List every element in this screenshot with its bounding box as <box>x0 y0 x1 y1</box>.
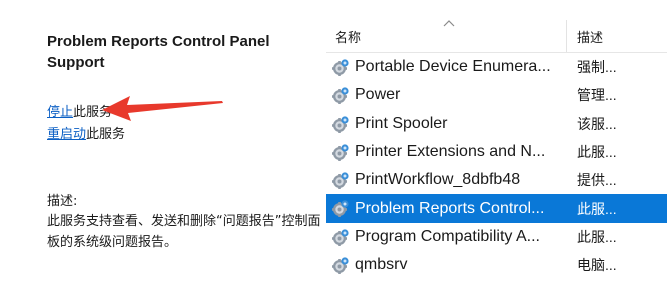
restart-service-link[interactable]: 重启动 <box>47 127 86 142</box>
service-gear-icon <box>329 255 351 276</box>
service-name: qmbsrv <box>355 256 408 274</box>
service-row[interactable]: Power 管理... <box>326 81 667 109</box>
column-header-name[interactable]: 名称 <box>335 27 361 46</box>
description-text: 此服务支持查看、发送和删除“问题报告”控制面板的系统级问题报告。 <box>47 214 321 250</box>
service-title: Problem Reports Control Panel Support <box>47 33 270 71</box>
service-description: 该服... <box>577 115 617 132</box>
service-row[interactable]: Program Compatibility A... 此服... <box>326 223 667 251</box>
service-description: 电脑... <box>577 257 617 274</box>
stop-action-suffix: 此服务 <box>73 105 113 120</box>
annotation-arrow-icon <box>102 96 223 121</box>
service-row-selected[interactable]: Problem Reports Control... 此服... <box>326 194 667 223</box>
service-description: 此服... <box>577 144 617 161</box>
stop-service-link[interactable]: 停止 <box>47 105 73 120</box>
service-description: 强制... <box>577 59 617 76</box>
sort-ascending-chevron-icon <box>443 20 455 27</box>
service-name: Portable Device Enumera... <box>355 58 551 76</box>
list-header: 名称 描述 <box>326 18 667 53</box>
column-divider[interactable] <box>566 20 567 52</box>
restart-action: 重启动此服务 <box>47 126 125 144</box>
service-description: 管理... <box>577 87 617 104</box>
service-gear-icon <box>329 227 351 248</box>
service-rows: Portable Device Enumera... 强制... Power 管… <box>326 53 667 279</box>
service-gear-icon <box>329 198 351 219</box>
service-row[interactable]: Printer Extensions and N... 此服... <box>326 138 667 166</box>
service-gear-icon <box>329 142 351 163</box>
column-header-description[interactable]: 描述 <box>577 27 603 46</box>
service-description: 此服... <box>577 228 617 245</box>
service-gear-icon <box>329 114 351 135</box>
description-label: 描述: <box>47 194 78 209</box>
stop-action: 停止此服务 <box>47 104 112 122</box>
service-row[interactable]: Portable Device Enumera... 强制... <box>326 53 667 81</box>
restart-action-suffix: 此服务 <box>86 127 126 142</box>
services-list[interactable]: 名称 描述 Portable Device Enumera... 强制... P… <box>326 18 667 308</box>
service-gear-icon <box>329 170 351 191</box>
service-name: Program Compatibility A... <box>355 227 540 245</box>
service-name: Power <box>355 86 401 104</box>
service-name: Print Spooler <box>355 114 448 132</box>
service-name: Problem Reports Control... <box>355 199 545 217</box>
service-row[interactable]: qmbsrv 电脑... <box>326 251 667 279</box>
service-row[interactable]: Print Spooler 该服... <box>326 110 667 138</box>
service-gear-icon <box>329 85 351 106</box>
service-row[interactable]: PrintWorkflow_8dbfb48 提供... <box>326 166 667 194</box>
service-gear-icon <box>329 57 351 78</box>
service-description: 提供... <box>577 172 617 189</box>
service-name: PrintWorkflow_8dbfb48 <box>355 171 521 189</box>
service-name: Printer Extensions and N... <box>355 143 546 161</box>
service-description: 此服... <box>577 200 617 217</box>
service-details-pane: Problem Reports Control Panel Support 停止… <box>0 0 322 308</box>
